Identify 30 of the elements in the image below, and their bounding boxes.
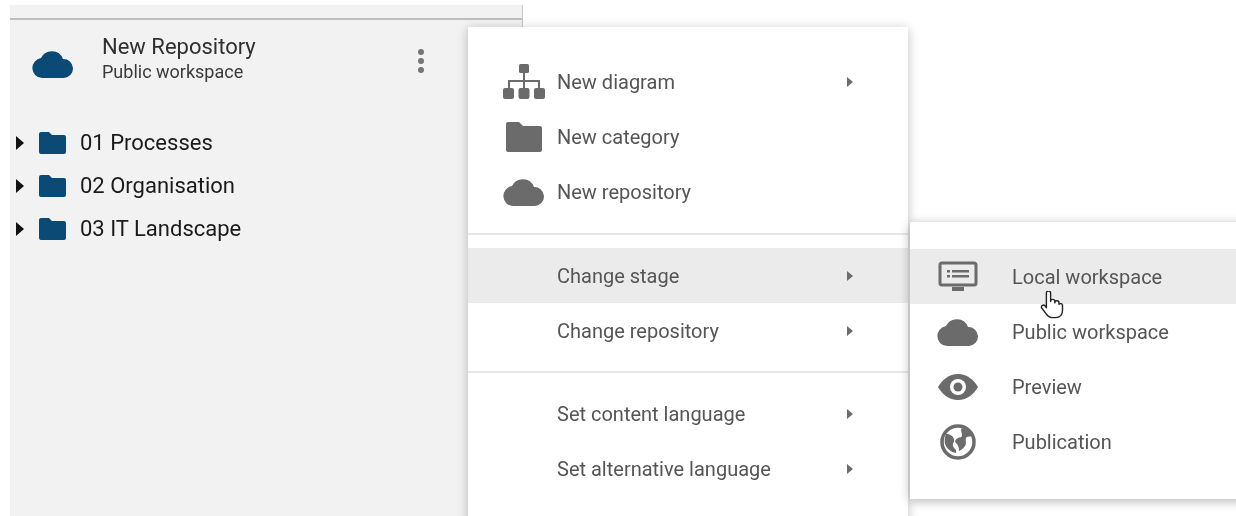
menu-item[interactable]: Preview [910, 359, 1236, 414]
folder-icon [39, 174, 66, 197]
caret-right-icon[interactable] [15, 135, 25, 150]
menu-item[interactable]: Change repository [468, 303, 908, 358]
cloud-icon [32, 50, 74, 78]
repository-subtitle: Public workspace [102, 61, 245, 83]
menu-item[interactable]: Local workspace [910, 249, 1236, 304]
repository-title: New Repository [102, 33, 257, 61]
more-options-button[interactable] [416, 47, 426, 75]
menu-item[interactable]: New diagram [468, 54, 908, 109]
globe-icon [940, 423, 976, 460]
caret-right-icon[interactable] [15, 221, 25, 236]
cloud-icon [503, 177, 545, 206]
hand-cursor-icon [1040, 291, 1064, 319]
folder-icon [39, 131, 66, 154]
cloud-icon [937, 317, 979, 346]
monitor-icon [938, 260, 978, 293]
folder-icon [39, 217, 66, 240]
menu-item[interactable]: Publication [910, 414, 1236, 469]
sitemap-icon [503, 63, 545, 100]
folder-icon [506, 121, 542, 152]
caret-right-icon[interactable] [15, 178, 25, 193]
menu-item[interactable]: Change stage [468, 248, 908, 303]
menu-item[interactable]: Public workspace [910, 304, 1236, 359]
menu-item[interactable]: Set alternative language [468, 441, 908, 496]
eye-icon [938, 373, 978, 400]
tree-item-label: 01 Processes [80, 129, 213, 157]
tree-item-label: 03 IT Landscape [80, 215, 242, 243]
tree-item-label: 02 Organisation [80, 172, 235, 200]
menu-item[interactable]: Set content language [468, 386, 908, 441]
